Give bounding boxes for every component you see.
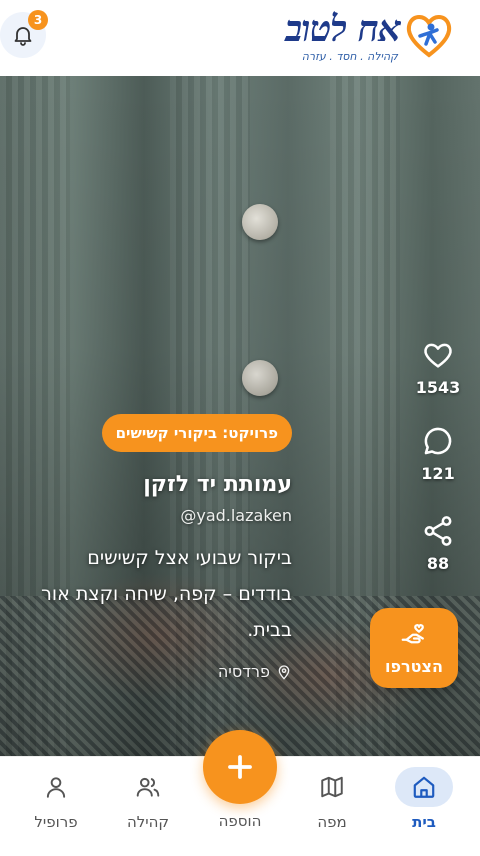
logo-tagline: קהילה . חסד . עזרה: [301, 50, 398, 63]
nav-map[interactable]: מפה: [292, 767, 372, 831]
notification-badge: 3: [28, 10, 48, 30]
heart-icon: [424, 343, 452, 368]
plus-icon: [228, 755, 252, 779]
like-count: 1543: [415, 378, 461, 397]
heart-logo-icon: [406, 15, 452, 58]
join-button[interactable]: הצטרפו: [370, 608, 458, 688]
comment-icon: [424, 427, 452, 455]
add-label: הוספה: [218, 812, 262, 830]
nav-community-highlight: [119, 767, 177, 807]
join-label: הצטרפו: [385, 656, 443, 676]
post-location[interactable]: פרדסיה: [218, 662, 292, 681]
nav-home-label: בית: [412, 813, 436, 831]
nav-home[interactable]: בית: [384, 767, 464, 831]
app-header: 3 אח לטוב קהילה . חסד . עזרה: [0, 0, 480, 76]
like-button[interactable]: 1543: [408, 338, 468, 397]
share-count: 88: [426, 554, 450, 573]
location-pin-icon: [278, 664, 290, 680]
comment-button[interactable]: 121: [408, 424, 468, 483]
user-icon: [46, 777, 66, 798]
nav-map-label: מפה: [317, 813, 347, 831]
logo-text: אח לטוב: [284, 8, 401, 50]
nav-profile[interactable]: פרופיל: [16, 767, 96, 831]
map-icon: [321, 776, 343, 798]
location-label: פרדסיה: [217, 662, 270, 681]
app-logo[interactable]: אח לטוב קהילה . חסד . עזרה: [264, 6, 454, 68]
add-button[interactable]: [203, 730, 277, 804]
home-icon: [413, 776, 435, 798]
nav-profile-label: פרופיל: [34, 813, 78, 831]
users-icon: [136, 777, 160, 797]
project-tag[interactable]: פרויקט: ביקורי קשישים: [101, 414, 292, 452]
nav-community[interactable]: קהילה: [108, 767, 188, 831]
organization-handle[interactable]: @yad.lazaken: [180, 506, 292, 525]
comment-count: 121: [421, 464, 455, 483]
nav-community-label: קהילה: [126, 813, 170, 831]
helping-hand-icon: [401, 623, 424, 643]
share-button[interactable]: 88: [408, 514, 468, 573]
post-description: ביקור שבועי אצל קשישים בודדים – קפה, שיח…: [41, 547, 292, 641]
nav-map-highlight: [303, 767, 361, 807]
share-icon: [424, 516, 452, 546]
nav-home-highlight: [395, 767, 453, 807]
nav-profile-highlight: [27, 767, 85, 807]
organization-name[interactable]: עמותת יד לזקן: [143, 472, 292, 497]
